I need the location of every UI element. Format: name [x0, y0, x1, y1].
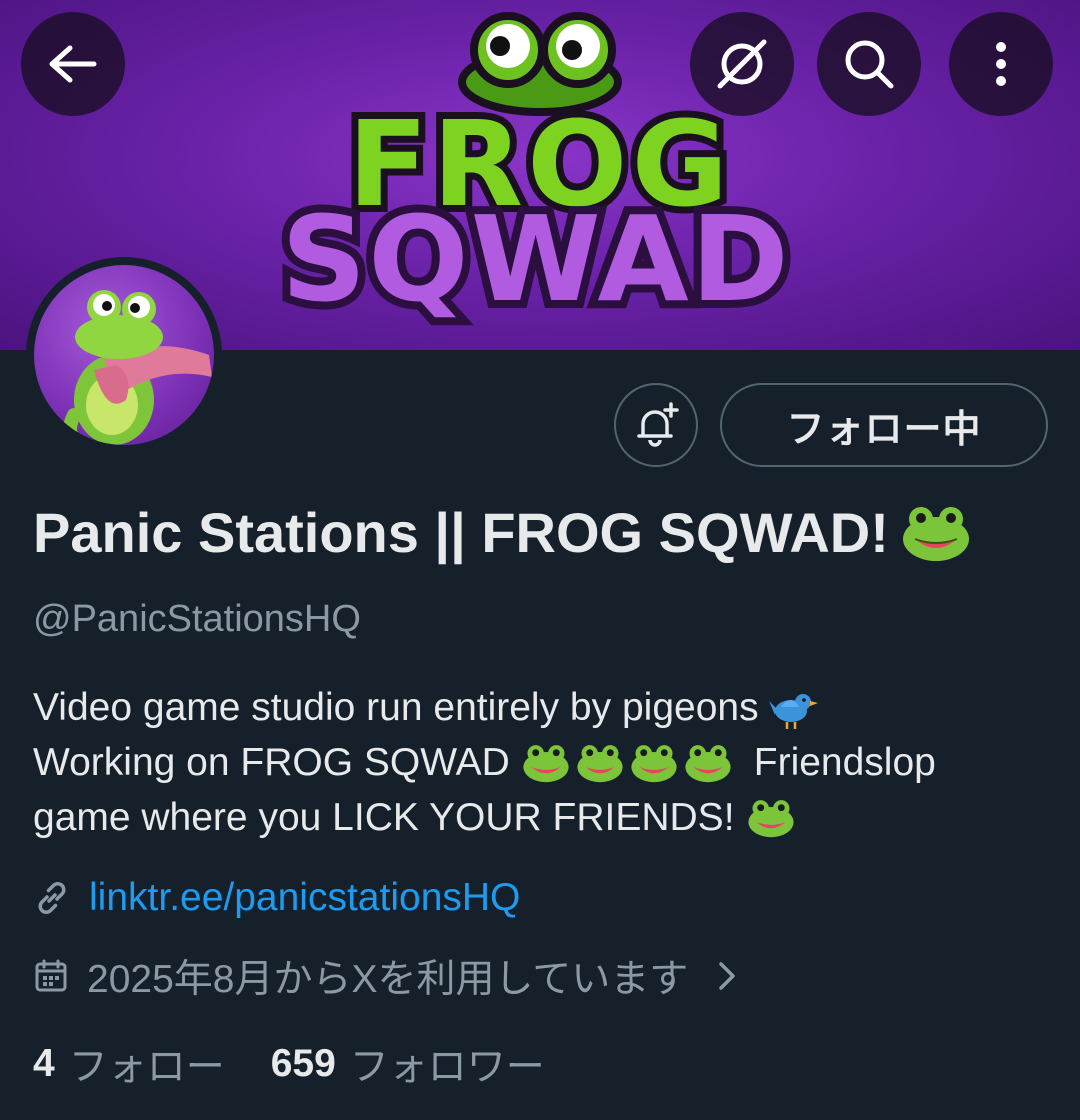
avatar-image: [34, 265, 214, 445]
bird-emoji: [768, 693, 818, 729]
following-count: 4: [33, 1042, 55, 1085]
bio-line-2: Working on FROG SQWAD Friendslop: [33, 735, 1043, 790]
search-button[interactable]: [817, 12, 921, 116]
display-name-text: Panic Stations || FROG SQWAD!: [33, 501, 889, 564]
following-stat[interactable]: 4 フォロー: [33, 1036, 225, 1092]
user-handle: @PanicStationsHQ: [33, 598, 361, 640]
grok-button[interactable]: [690, 12, 794, 116]
bio: Video game studio run entirely by pigeon…: [33, 680, 1043, 845]
profile-link-row: linktr.ee/panicstationsHQ: [33, 876, 520, 920]
bio-text-1: Video game studio run entirely by pigeon…: [33, 686, 759, 729]
followers-count: 659: [270, 1042, 336, 1085]
profile-page: FROG SQWAD フォロー中 Panic Stations || FROG …: [0, 0, 1080, 1120]
bio-text-3: game where you LICK YOUR FRIENDS!: [33, 796, 735, 839]
bio-line-3: game where you LICK YOUR FRIENDS!: [33, 790, 1043, 845]
frog-emoji: [523, 744, 569, 782]
frog-emoji-group: [522, 742, 732, 784]
frog-character-image: [63, 290, 212, 445]
banner-logo-sqwad: SQWAD: [281, 190, 790, 328]
back-button[interactable]: [21, 12, 125, 116]
bell-plus-icon: [637, 402, 679, 447]
more-options-button[interactable]: [949, 12, 1053, 116]
bio-line-1: Video game studio run entirely by pigeon…: [33, 680, 1043, 735]
followers-label: フォロワー: [349, 1046, 545, 1089]
notifications-button[interactable]: [614, 383, 698, 467]
frog-emoji: [902, 506, 969, 561]
joined-date-text: 2025年8月からXを利用しています: [87, 958, 689, 1001]
more-vertical-icon: [996, 42, 1006, 86]
followers-stat[interactable]: 659 フォロワー: [271, 1036, 545, 1092]
arrow-left-icon: [49, 45, 97, 83]
chevron-right-icon: [719, 962, 736, 990]
search-icon: [845, 40, 894, 89]
calendar-icon: [35, 959, 67, 992]
following-button[interactable]: フォロー中: [720, 383, 1048, 467]
bio-text-2a: Working on FROG SQWAD: [33, 741, 510, 784]
follow-stats: 4 フォロー 659 フォロワー: [33, 1036, 545, 1092]
profile-link[interactable]: linktr.ee/panicstationsHQ: [89, 876, 520, 920]
display-name: Panic Stations || FROG SQWAD!: [33, 500, 971, 565]
frog-emoji: [685, 744, 731, 782]
frog-emoji: [747, 799, 794, 837]
joined-date-row[interactable]: 2025年8月からXを利用しています: [33, 948, 740, 1004]
frog-emoji: [577, 744, 623, 782]
avatar[interactable]: [26, 257, 222, 453]
bio-text-2b: Friendslop: [753, 741, 936, 784]
grok-icon: [717, 39, 767, 89]
following-label: フォロー: [68, 1046, 225, 1089]
frog-emoji: [631, 744, 677, 782]
link-icon: [38, 882, 66, 914]
